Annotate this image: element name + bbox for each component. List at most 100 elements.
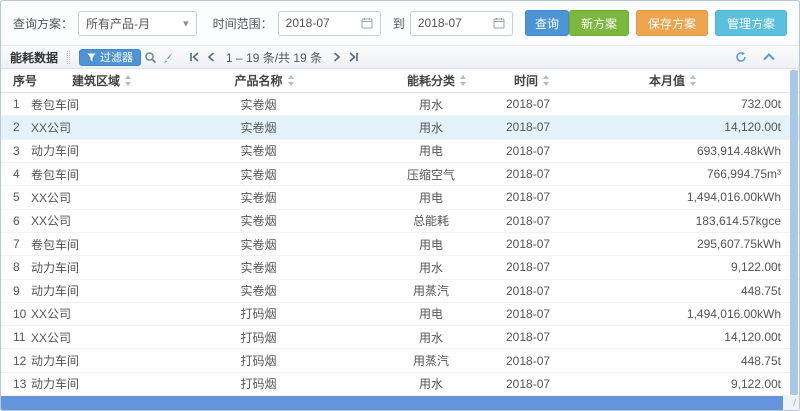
table-row[interactable]: 1 卷包车间 实卷烟 用水 2018-07 732.00t [1, 93, 799, 117]
cell-value: 766,994.75m³ [706, 167, 781, 182]
cell-product: 实卷烟 [240, 260, 277, 275]
vertical-scrollbar-track[interactable] [790, 70, 798, 395]
column-label: 时间 [514, 74, 539, 88]
date-from-value: 2018-07 [285, 16, 330, 30]
cell-area: 动力车间 [31, 144, 80, 159]
cell-category: 用水 [418, 330, 443, 345]
calendar-icon[interactable] [361, 17, 373, 29]
column-label: 本月值 [649, 74, 686, 88]
panel-title: 能耗数据 [10, 50, 59, 65]
cell-category: 用电 [418, 190, 443, 205]
refresh-icon[interactable] [732, 48, 750, 66]
horizontal-scrollbar-track[interactable]: / [1, 396, 799, 410]
table-row[interactable]: 10 XX公司 打码烟 用电 2018-07 1,494,016.00kWh [1, 302, 799, 327]
cell-category: 用电 [418, 237, 443, 252]
search-icon[interactable] [141, 48, 159, 66]
table-row[interactable]: 12 动力车间 打码烟 用蒸汽 2018-07 448.75t [1, 349, 799, 373]
save-scheme-button[interactable]: 保存方案 [635, 10, 708, 36]
sort-icon[interactable] [543, 75, 550, 86]
table-row[interactable]: 13 动力车间 打码烟 用水 2018-07 9,122.00t [1, 372, 799, 396]
cell-product: 实卷烟 [240, 284, 277, 299]
cell-category: 压缩空气 [406, 167, 455, 182]
calendar-icon[interactable] [493, 17, 505, 29]
column-label: 能耗分类 [407, 74, 456, 88]
table-row[interactable]: 7 卷包车间 实卷烟 用电 2018-07 295,607.75kWh [1, 232, 799, 257]
prev-page-icon[interactable] [207, 52, 215, 62]
cell-index: 9 [13, 283, 20, 298]
cell-product: 打码烟 [240, 330, 277, 345]
scheme-label: 查询方案： [13, 16, 74, 31]
table-row[interactable]: 6 XX公司 实卷烟 总能耗 2018-07 183,614.57kgce [1, 209, 799, 233]
table-row[interactable]: 4 卷包车间 实卷烟 压缩空气 2018-07 766,994.75m³ [1, 162, 799, 187]
time-range-label: 时间范围： [212, 16, 273, 31]
table-row[interactable]: 3 动力车间 实卷烟 用电 2018-07 693,914.48kWh [1, 139, 799, 163]
cell-time: 2018-07 [506, 120, 551, 135]
sort-icon[interactable] [125, 75, 132, 86]
cell-area: 卷包车间 [31, 237, 80, 252]
cell-value: 448.75t [740, 283, 781, 298]
cell-time: 2018-07 [506, 190, 551, 205]
table-row[interactable]: 8 动力车间 实卷烟 用水 2018-07 9,122.00t [1, 256, 799, 280]
cell-index: 12 [13, 353, 27, 368]
table-row[interactable]: 9 动力车间 实卷烟 用蒸汽 2018-07 448.75t [1, 279, 799, 303]
cell-time: 2018-07 [506, 213, 551, 228]
filter-button[interactable]: 过滤器 [79, 48, 142, 66]
scroll-resize-grip: / [793, 398, 796, 409]
cell-area: XX公司 [31, 214, 72, 229]
scheme-select[interactable]: 所有产品-月 ▾ [78, 10, 197, 36]
cell-value: 693,914.48kWh [696, 143, 781, 158]
cell-product: 打码烟 [240, 307, 277, 322]
to-label: 到 [392, 16, 405, 31]
date-from-input[interactable]: 2018-07 [277, 10, 381, 36]
column-header-value[interactable]: 本月值 [627, 72, 799, 89]
cell-area: 动力车间 [31, 377, 80, 392]
last-page-icon[interactable] [348, 52, 359, 62]
cell-time: 2018-07 [506, 306, 551, 321]
cell-product: 实卷烟 [240, 97, 277, 112]
app-window: 查询方案： 所有产品-月 ▾ 时间范围： 2018-07 到 2018-07 查… [0, 0, 800, 411]
cell-time: 2018-07 [506, 330, 551, 345]
sort-icon[interactable] [690, 75, 697, 86]
cell-category: 用水 [418, 260, 443, 275]
cell-value: 1,494,016.00kWh [686, 190, 781, 205]
sort-icon[interactable] [460, 75, 467, 86]
next-page-icon[interactable] [333, 52, 341, 62]
cell-value: 448.75t [740, 353, 781, 368]
table-row[interactable]: 2 XX公司 实卷烟 用水 2018-07 14,120.00t [1, 116, 799, 140]
cell-value: 14,120.00t [724, 120, 781, 135]
cell-category: 用蒸汽 [412, 354, 449, 369]
column-header-area[interactable]: 建筑区域 [37, 72, 167, 89]
cell-category: 总能耗 [412, 214, 449, 229]
query-button[interactable]: 查询 [524, 10, 569, 36]
cell-area: 动力车间 [31, 260, 80, 275]
column-header-time[interactable]: 时间 [512, 72, 627, 89]
cell-time: 2018-07 [506, 237, 551, 252]
date-to-value: 2018-07 [417, 16, 462, 30]
column-header-index: 序号 [1, 72, 37, 89]
column-header-product[interactable]: 产品名称 [167, 72, 362, 89]
horizontal-scrollbar-thumb[interactable] [1, 396, 783, 410]
vertical-scrollbar-thumb[interactable] [790, 70, 798, 395]
cell-time: 2018-07 [506, 283, 551, 298]
filter-button-label: 过滤器 [100, 52, 134, 64]
table-row[interactable]: 11 XX公司 打码烟 用水 2018-07 14,120.00t [1, 326, 799, 350]
sort-icon[interactable] [287, 75, 295, 86]
table-header: 序号 建筑区域 产品名称 能耗分类 时间 本月值 [1, 69, 799, 93]
cell-index: 7 [13, 237, 20, 252]
first-page-icon[interactable] [189, 52, 200, 62]
new-scheme-button[interactable]: 新方案 [568, 10, 629, 36]
cell-index: 6 [13, 213, 20, 228]
table-row[interactable]: 5 XX公司 实卷烟 用电 2018-07 1,494,016.00kWh [1, 186, 799, 210]
date-to-input[interactable]: 2018-07 [409, 10, 513, 36]
table-toolbar: 能耗数据 过滤器 1 – 19 条/共 19 条 [1, 46, 799, 69]
cell-product: 打码烟 [240, 377, 277, 392]
clear-filter-icon[interactable] [159, 48, 177, 66]
cell-index: 3 [13, 143, 20, 158]
cell-value: 9,122.00t [730, 376, 781, 391]
column-header-category[interactable]: 能耗分类 [362, 72, 512, 89]
cell-product: 打码烟 [240, 354, 277, 369]
collapse-panel-icon[interactable] [760, 48, 778, 66]
cell-category: 用水 [418, 97, 443, 112]
manage-scheme-button[interactable]: 管理方案 [715, 10, 788, 36]
cell-area: XX公司 [31, 307, 72, 322]
